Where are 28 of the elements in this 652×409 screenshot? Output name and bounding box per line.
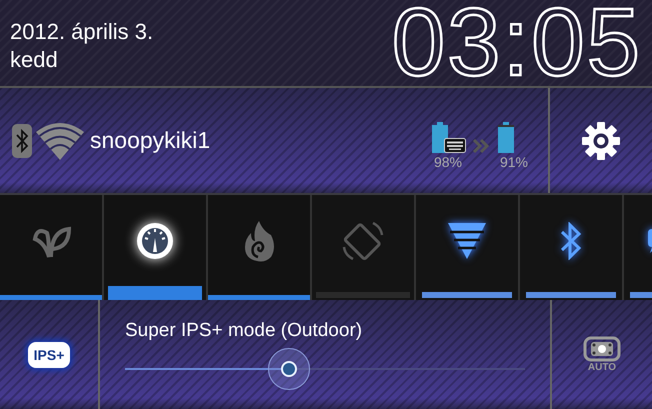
slider-thumb[interactable]: [268, 348, 310, 390]
camera-icon: [583, 336, 621, 362]
quick-toggle-tile[interactable]: [208, 195, 310, 300]
date-text: 2012. április 3.: [10, 18, 154, 46]
settings-icon: [581, 120, 621, 160]
weekday-text: kedd: [10, 46, 59, 74]
display-mode-slider[interactable]: [125, 348, 525, 390]
bluetooth-icon: [559, 222, 583, 260]
indicator-bar: [630, 292, 652, 298]
ips-plus-badge[interactable]: IPS+: [28, 342, 70, 368]
bluetooth-icon: [12, 124, 32, 158]
quick-toggle-tile[interactable]: [312, 195, 414, 300]
network-name: snoopykiki1: [90, 127, 210, 154]
quick-toggle-tile[interactable]: [520, 195, 622, 300]
quick-toggle-tile[interactable]: [624, 195, 652, 300]
battery-percentage: 98%: [434, 154, 462, 170]
wifi-icon: [447, 222, 487, 260]
battery-percentage: 91%: [500, 154, 528, 170]
display-mode-label: Super IPS+ mode (Outdoor): [125, 320, 364, 342]
battery-icon: [498, 122, 514, 152]
keyboard-icon: [444, 138, 466, 152]
clock-time: 03:05: [392, 0, 642, 87]
quick-toggle-tile[interactable]: [416, 195, 518, 300]
quick-toggle-tile[interactable]: [0, 195, 102, 300]
auto-display-button[interactable]: AUTO: [583, 336, 621, 373]
chevron-icon: [472, 138, 490, 154]
quick-toggle-tile[interactable]: [104, 195, 206, 300]
wifi-icon: [36, 122, 84, 160]
